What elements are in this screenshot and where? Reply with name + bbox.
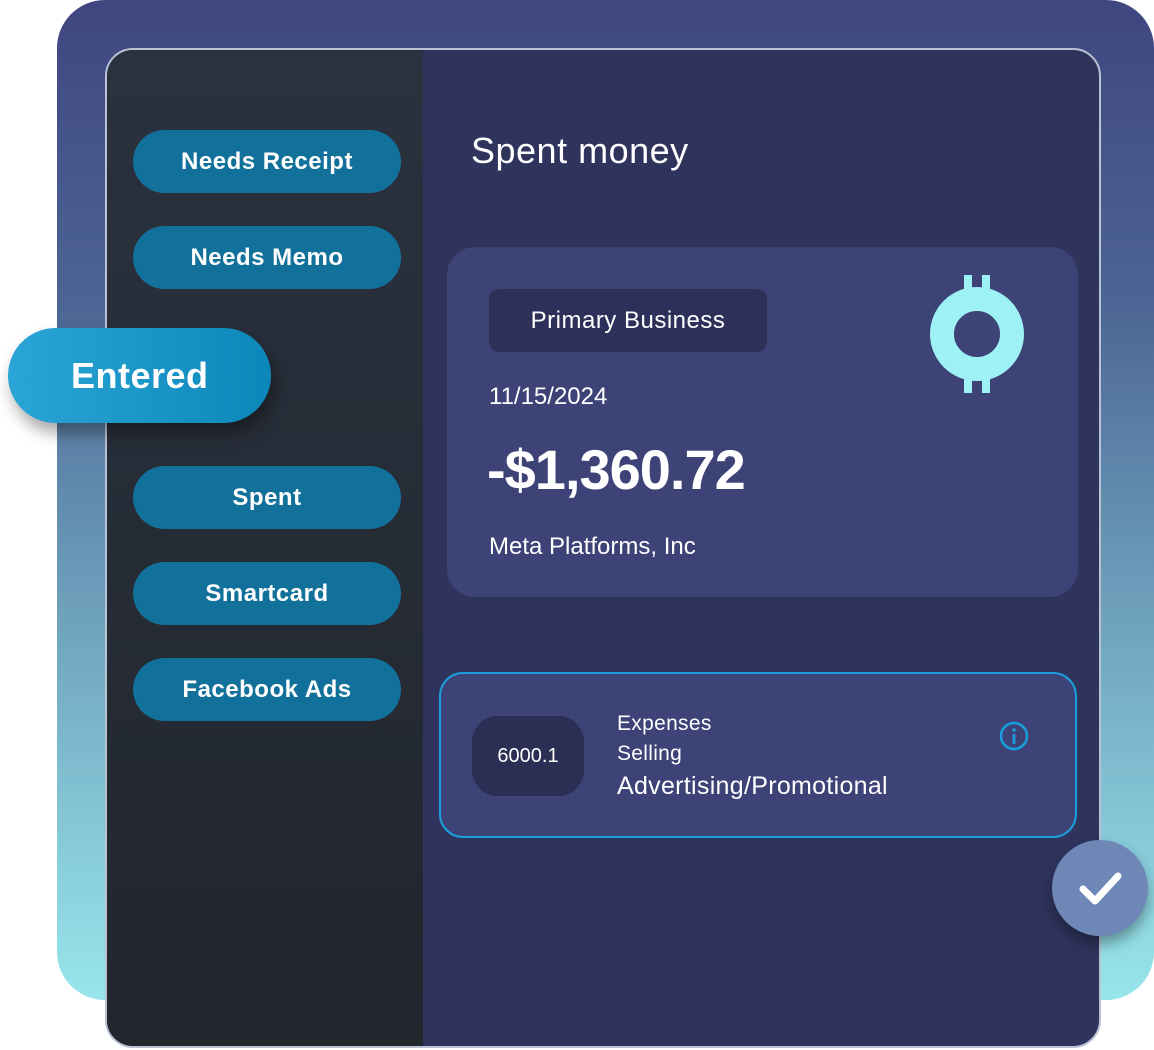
filter-needs-receipt[interactable]: Needs Receipt xyxy=(133,130,401,193)
account-subcategory: Selling xyxy=(617,742,683,765)
filter-entered-active[interactable]: Entered xyxy=(8,328,271,423)
account-card[interactable]: 6000.1 Expenses Selling Advertising/Prom… xyxy=(439,672,1077,838)
checkmark-icon xyxy=(1079,872,1122,905)
filter-facebook-ads[interactable]: Facebook Ads xyxy=(133,658,401,721)
transaction-payee: Meta Platforms, Inc xyxy=(489,533,696,560)
business-tag: Primary Business xyxy=(489,289,767,352)
filter-needs-memo[interactable]: Needs Memo xyxy=(133,226,401,289)
page-title: Spent money xyxy=(471,130,689,171)
app-window: Needs Receipt Needs Memo Spent Smartcard… xyxy=(105,48,1101,1048)
transaction-card[interactable]: Primary Business 11/15/2024 -$1,360.72 M… xyxy=(447,247,1078,597)
confirm-button[interactable] xyxy=(1052,840,1148,936)
transaction-amount: -$1,360.72 xyxy=(487,438,746,501)
filter-smartcard[interactable]: Smartcard xyxy=(133,562,401,625)
currency-icon xyxy=(930,275,1024,393)
account-name: Advertising/Promotional xyxy=(617,772,888,800)
filter-sidebar: Needs Receipt Needs Memo Spent Smartcard… xyxy=(107,50,423,1046)
info-icon[interactable] xyxy=(998,720,1030,752)
account-category: Expenses xyxy=(617,712,712,735)
account-code: 6000.1 xyxy=(472,716,584,796)
transaction-date: 11/15/2024 xyxy=(489,383,608,410)
filter-spent[interactable]: Spent xyxy=(133,466,401,529)
